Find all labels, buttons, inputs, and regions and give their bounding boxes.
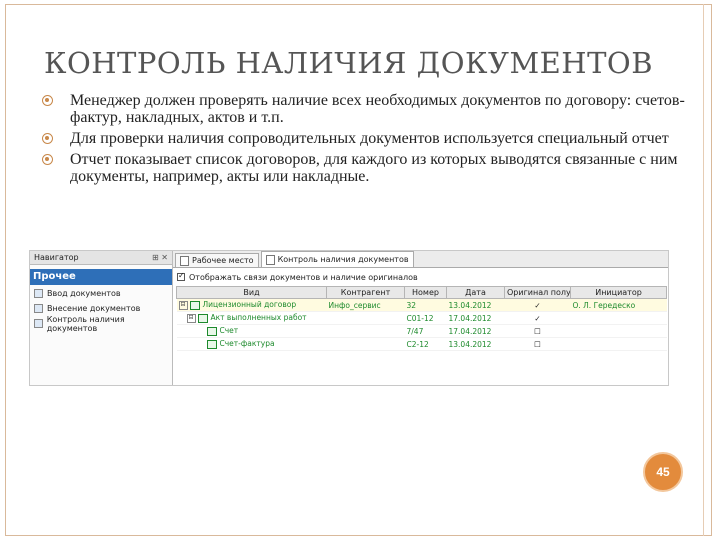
report-content: Рабочее место Контроль наличия документо… bbox=[173, 251, 668, 385]
contract-icon bbox=[189, 300, 200, 310]
tab-workplace[interactable]: Рабочее место bbox=[175, 253, 259, 267]
cell-counterparty bbox=[326, 311, 405, 325]
tab-bar: Рабочее место Контроль наличия документо… bbox=[173, 251, 668, 268]
cell-original-checkbox[interactable]: ✓ bbox=[504, 311, 571, 325]
bullet-item: Менеджер должен проверять наличие всех н… bbox=[42, 92, 702, 126]
nav-group-other[interactable]: Прочее bbox=[30, 269, 172, 285]
invoice-icon bbox=[206, 339, 217, 349]
cell-original-checkbox[interactable]: ☐ bbox=[504, 324, 571, 338]
column-header-initiator[interactable]: Инициатор bbox=[570, 286, 667, 299]
navigator-header: Навигатор ⊞ ✕ bbox=[30, 251, 172, 265]
bullet-item: Отчет показывает список договоров, для к… bbox=[42, 151, 702, 185]
nav-item-label: Контроль наличия документов bbox=[46, 314, 125, 333]
navigator-pane: Навигатор ⊞ ✕ Прочее Ввод документов Вне… bbox=[30, 251, 173, 385]
table-header: Вид Контрагент Номер Дата Оригинал получ… bbox=[176, 286, 667, 299]
home-icon bbox=[180, 255, 189, 266]
column-header-kind[interactable]: Вид bbox=[176, 286, 327, 299]
cell-number: С2-12 bbox=[404, 337, 447, 351]
documents-table: Вид Контрагент Номер Дата Оригинал получ… bbox=[176, 286, 667, 351]
show-links-label: Отображать связи документов и наличие ор… bbox=[189, 272, 418, 282]
cell-date: 17.04.2012 bbox=[446, 311, 505, 325]
cell-kind: Счет-фактура bbox=[219, 339, 275, 349]
invoice-icon bbox=[206, 326, 217, 336]
cell-date: 17.04.2012 bbox=[446, 324, 505, 338]
table-row[interactable]: ⊟ Лицензионный договор Инфо_сервис 32 13.… bbox=[176, 298, 667, 312]
cell-counterparty bbox=[326, 324, 405, 338]
table-row[interactable]: Счет-фактура С2-12 13.04.2012 ☐ bbox=[176, 337, 667, 351]
collapse-icon[interactable]: ⊟ bbox=[186, 313, 196, 323]
collapse-icon[interactable]: ⊟ bbox=[178, 300, 188, 310]
show-links-checkbox[interactable] bbox=[177, 271, 185, 281]
cell-initiator bbox=[570, 324, 667, 338]
bullet-icon bbox=[42, 95, 53, 106]
act-icon bbox=[197, 313, 208, 323]
cell-kind: Счет bbox=[219, 326, 239, 336]
cell-initiator bbox=[570, 311, 667, 325]
bullet-icon bbox=[42, 133, 53, 144]
report-icon bbox=[265, 254, 275, 265]
page-number-badge: 45 bbox=[643, 452, 683, 492]
nav-item-add-documents[interactable]: Внесение документов bbox=[30, 302, 172, 315]
bullet-icon bbox=[42, 154, 53, 165]
cell-original-checkbox[interactable]: ✓ bbox=[504, 298, 571, 312]
tab-document-control[interactable]: Контроль наличия документов bbox=[260, 251, 414, 267]
tab-label: Контроль наличия документов bbox=[277, 255, 409, 264]
document-icon bbox=[34, 289, 43, 298]
nav-item-label: Внесение документов bbox=[47, 304, 141, 313]
column-header-counterparty[interactable]: Контрагент bbox=[326, 286, 405, 299]
cell-number: 32 bbox=[404, 298, 447, 312]
cell-initiator: О. Л. Гередеско bbox=[570, 298, 667, 312]
cell-date: 13.04.2012 bbox=[446, 337, 505, 351]
bullet-text: Менеджер должен проверять наличие всех н… bbox=[70, 92, 685, 126]
cell-counterparty: Инфо_сервис bbox=[326, 298, 405, 312]
cell-counterparty bbox=[326, 337, 405, 351]
slide-title: КОНТРОЛЬ НАЛИЧИЯ ДОКУМЕНТОВ bbox=[44, 46, 654, 80]
cell-date: 13.04.2012 bbox=[446, 298, 505, 312]
pin-close-icon[interactable]: ⊞ ✕ bbox=[152, 253, 168, 262]
column-header-original[interactable]: Оригинал получен bbox=[504, 286, 571, 299]
filter-toolbar: Отображать связи документов и наличие ор… bbox=[173, 268, 668, 286]
cell-initiator bbox=[570, 337, 667, 351]
app-screenshot: Навигатор ⊞ ✕ Прочее Ввод документов Вне… bbox=[29, 250, 669, 386]
report-icon bbox=[34, 319, 43, 328]
bullet-list: Менеджер должен проверять наличие всех н… bbox=[42, 92, 702, 189]
tab-label: Рабочее место bbox=[192, 256, 254, 265]
cell-kind: Акт выполненных работ bbox=[210, 313, 307, 323]
nav-item-input-documents[interactable]: Ввод документов bbox=[30, 287, 172, 300]
cell-number: С01-12 bbox=[404, 311, 447, 325]
bullet-text: Для проверки наличия сопроводительных до… bbox=[70, 130, 669, 147]
cell-kind: Лицензионный договор bbox=[202, 300, 297, 310]
bullet-item: Для проверки наличия сопроводительных до… bbox=[42, 130, 702, 147]
navigator-title: Навигатор bbox=[34, 253, 79, 262]
table-row[interactable]: ⊟ Акт выполненных работ С01-12 17.04.2012… bbox=[176, 311, 667, 325]
document-icon bbox=[34, 304, 43, 313]
column-header-date[interactable]: Дата bbox=[446, 286, 505, 299]
column-header-number[interactable]: Номер bbox=[404, 286, 447, 299]
slide-right-border bbox=[703, 4, 704, 536]
nav-item-label: Ввод документов bbox=[47, 289, 121, 298]
nav-item-document-control[interactable]: Контроль наличия документов bbox=[30, 314, 172, 333]
cell-original-checkbox[interactable]: ☐ bbox=[504, 337, 571, 351]
cell-number: 7/47 bbox=[404, 324, 447, 338]
bullet-text: Отчет показывает список договоров, для к… bbox=[70, 151, 678, 185]
table-row[interactable]: Счет 7/47 17.04.2012 ☐ bbox=[176, 324, 667, 338]
